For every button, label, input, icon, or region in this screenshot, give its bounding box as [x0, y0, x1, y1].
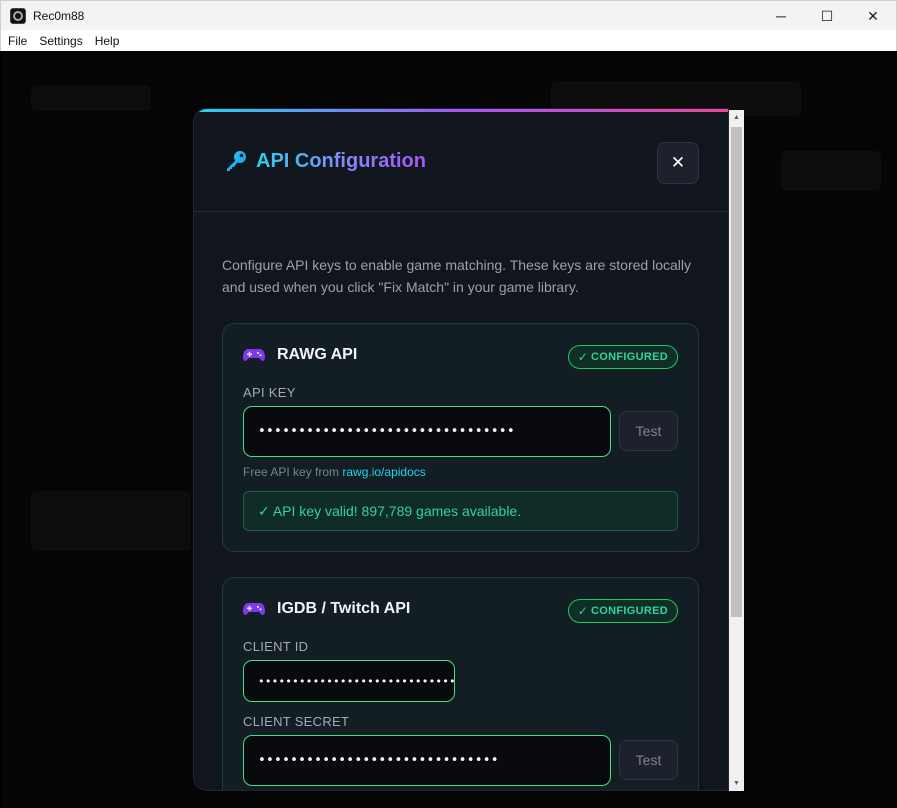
modal-title-group: API Configuration	[224, 149, 426, 173]
igdb-status-badge: ✓ CONFIGURED	[567, 599, 678, 623]
menu-settings[interactable]: Settings	[33, 34, 88, 48]
modal-description: Configure API keys to enable game matchi…	[222, 257, 691, 295]
close-window-button[interactable]: ✕	[850, 1, 896, 31]
check-icon: ✓	[577, 604, 589, 618]
window-controls: ─ ☐ ✕	[758, 1, 896, 31]
igdb-client-secret-input[interactable]: ••••••••••••••••••••••••••••••	[243, 735, 611, 786]
modal-title: API Configuration	[256, 149, 426, 172]
igdb-badge-label: CONFIGURED	[591, 605, 668, 617]
rawg-hint-text: Free API key from	[243, 465, 343, 479]
menu-bar: File Settings Help	[0, 30, 897, 51]
rawg-success-message: ✓ API key valid! 897,789 games available…	[243, 491, 678, 531]
igdb-test-button[interactable]: Test	[619, 740, 678, 780]
modal-scrollbar[interactable]: ▲ ▼	[729, 110, 744, 791]
rawg-status-badge: ✓ CONFIGURED	[567, 345, 678, 369]
menu-file[interactable]: File	[1, 34, 33, 48]
rawg-api-key-label: API KEY	[243, 385, 296, 400]
igdb-card-header: IGDB / Twitch API	[243, 600, 410, 618]
gamepad-icon	[243, 349, 265, 361]
app-logo-icon	[10, 7, 26, 24]
rawg-test-button[interactable]: Test	[619, 411, 678, 451]
menu-help[interactable]: Help	[89, 34, 126, 48]
igdb-client-id-input[interactable]: ••••••••••••••••••••••••••••••	[243, 660, 455, 702]
scroll-down-arrow-icon[interactable]: ▼	[729, 776, 744, 791]
key-icon	[227, 151, 246, 171]
window-titlebar: Rec0m88 ─ ☐ ✕	[0, 0, 897, 30]
modal-header: API Configuration ✕	[194, 112, 728, 212]
rawg-api-key-input[interactable]: ••••••••••••••••••••••••••••••••	[243, 406, 611, 457]
check-icon: ✓	[577, 350, 589, 364]
rawg-card-header: RAWG API	[243, 346, 357, 364]
rawg-card-title: RAWG API	[277, 346, 358, 363]
igdb-api-card: IGDB / Twitch API ✓ CONFIGURED CLIENT ID…	[222, 577, 699, 790]
maximize-button[interactable]: ☐	[804, 1, 850, 31]
close-modal-button[interactable]: ✕	[657, 142, 699, 184]
api-config-modal: API Configuration ✕ Configure API keys t…	[193, 108, 729, 791]
igdb-card-title: IGDB / Twitch API	[277, 600, 411, 617]
rawg-hint: Free API key from rawg.io/apidocs	[243, 465, 426, 479]
minimize-button[interactable]: ─	[758, 1, 804, 31]
window-title: Rec0m88	[33, 8, 85, 23]
scrollbar-thumb[interactable]	[731, 127, 742, 617]
igdb-client-id-label: CLIENT ID	[243, 639, 309, 654]
rawg-api-card: RAWG API ✓ CONFIGURED API KEY ••••••••••…	[222, 323, 699, 552]
rawg-badge-label: CONFIGURED	[591, 351, 668, 363]
gamepad-icon	[243, 603, 265, 615]
rawg-docs-link[interactable]: rawg.io/apidocs	[342, 465, 425, 479]
scroll-up-arrow-icon[interactable]: ▲	[729, 110, 744, 125]
igdb-client-secret-label: CLIENT SECRET	[243, 714, 350, 729]
